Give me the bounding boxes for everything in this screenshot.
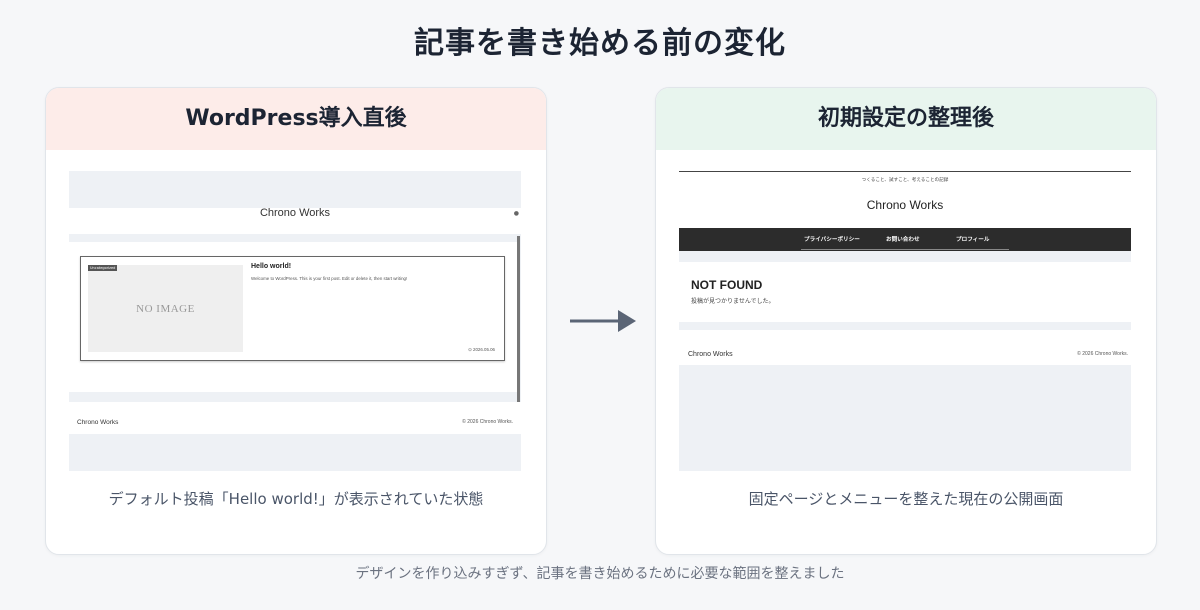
site-title[interactable]: Chrono Works [69,207,521,219]
footnote: デザインを作り込みすぎず、記事を書き始めるために必要な範囲を整えました [355,566,845,582]
before-screenshot: Chrono Works ● NO IMAGE Uncategorized He… [69,171,521,471]
global-nav: プライバシーポリシー お問い合わせ プロフィール [679,228,1131,251]
footer-site-name[interactable]: Chrono Works [77,419,118,426]
post-thumbnail: NO IMAGE [88,265,243,352]
before-caption: デフォルト投稿「Hello world!」が表示されていた状態 [108,490,484,508]
site-footer [69,402,521,434]
main-content-area [679,262,1131,322]
arrow-right-icon [570,310,636,332]
nav-underline [801,249,1009,250]
after-card: 初期設定の整理後 つくること、試すこと、考えることの記録 Chrono Work… [655,87,1157,555]
post-title[interactable]: Hello world! [251,263,291,270]
after-screenshot: つくること、試すこと、考えることの記録 Chrono Works プライバシーポ… [679,171,1131,471]
footer-site-name[interactable]: Chrono Works [688,351,733,358]
after-card-header: 初期設定の整理後 [656,88,1156,150]
no-image-label: NO IMAGE [136,303,195,315]
footer-copyright: © 2026 Chrono Works. [1077,351,1128,357]
before-card: WordPress導入直後 Chrono Works ● NO IMAGE Un… [45,87,547,555]
category-badge[interactable]: Uncategorized [88,265,118,271]
after-caption: 固定ページとメニューを整えた現在の公開画面 [748,490,1064,508]
scrollbar[interactable] [517,236,520,430]
nav-item-profile[interactable]: プロフィール [956,235,989,243]
not-found-heading: NOT FOUND [691,278,763,292]
nav-item-contact[interactable]: お問い合わせ [886,235,920,243]
site-tagline: つくること、試すこと、考えることの記録 [861,178,949,183]
before-card-header: WordPress導入直後 [46,88,546,150]
post-date-text: 2026.05.06 [473,347,495,352]
post-card[interactable]: NO IMAGE Uncategorized Hello world! Welc… [80,256,505,361]
post-date: ⊙ 2026.05.06 [468,347,495,353]
site-footer [679,330,1131,365]
menu-dot-icon: ● [513,210,519,217]
footer-copyright: © 2026 Chrono Works. [462,419,513,425]
not-found-message: 投稿が見つかりませんでした。 [691,298,775,305]
nav-item-privacy-policy[interactable]: プライバシーポリシー [804,235,860,243]
site-title[interactable]: Chrono Works [679,198,1131,212]
post-excerpt: Welcome to WordPress. This is your first… [251,276,408,281]
page-title: 記事を書き始める前の変化 [414,26,786,61]
